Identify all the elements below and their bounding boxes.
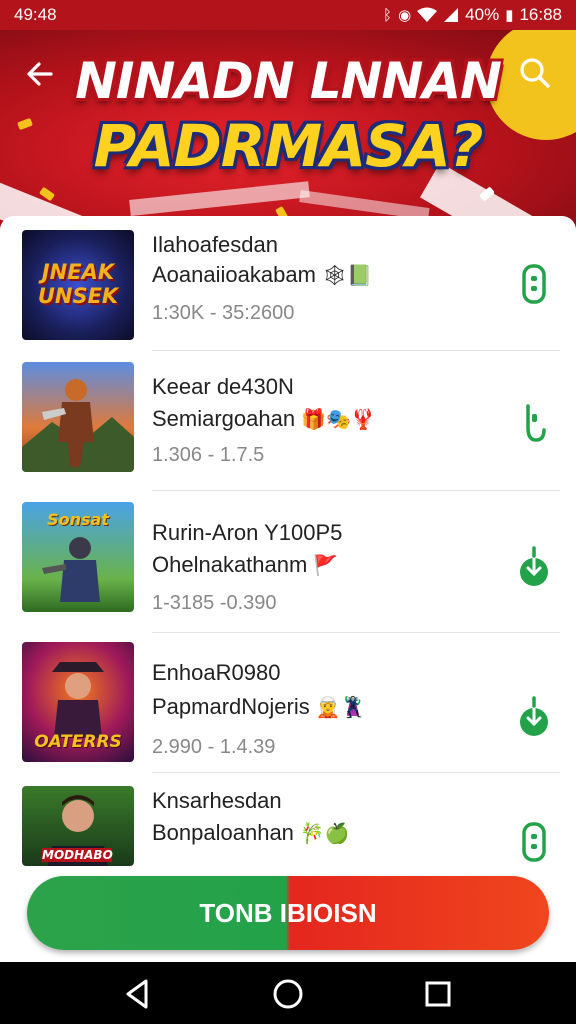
item-subtitle-text: Ohelnakathanm <box>152 552 308 577</box>
item-action-button[interactable] <box>516 264 552 304</box>
divider <box>152 350 560 351</box>
item-title: Ilahoafesdan <box>152 232 278 257</box>
game-thumbnail: MODHABO <box>22 786 134 866</box>
battery-percent: 40% <box>465 5 500 24</box>
wifi-icon <box>417 7 438 22</box>
system-nav-bar <box>0 962 576 1024</box>
list-item[interactable]: Sonsat Rurin-Aron Y100P5 Ohelnakathanm 🚩 … <box>0 496 576 636</box>
item-title: Rurin-Aron Y100P5 <box>152 520 343 545</box>
status-time-right: 16:88 <box>519 5 562 24</box>
item-emoji: 🚩 <box>313 555 339 577</box>
divider <box>152 490 560 491</box>
status-bar: 49:48 ᛒ ◉ 40% ▮ 16:88 <box>0 0 576 30</box>
thumbnail-logo: MODHABO <box>42 848 113 862</box>
item-action-button[interactable] <box>516 546 552 586</box>
item-emoji: 🕸📗 <box>321 265 373 287</box>
item-subtitle-text: Bonpaloanhan <box>152 820 294 845</box>
thumbnail-logo: OATERRS <box>34 732 122 752</box>
item-subtitle-text: PapmardNojeris <box>152 694 310 719</box>
header-banner: NINADN LNNAN PADRMASA? <box>0 30 576 230</box>
game-list: JNEAK UNSEK Ilahoafesdan Aoanaiioakabam 🕸… <box>0 216 576 866</box>
warrior-figure <box>22 379 134 472</box>
search-button[interactable] <box>518 56 554 92</box>
battery-icon: ▮ <box>505 7 514 24</box>
search-icon <box>520 58 550 88</box>
arrow-left-icon <box>27 62 53 86</box>
banner-title-line1: NINADN LNNAN <box>75 52 502 110</box>
item-meta: 2.990 - 1.4.39 <box>152 736 276 758</box>
thumbnail-logo: JNEAK UNSEK <box>37 260 119 308</box>
item-subtitle-text: Semiargoahan <box>152 406 296 431</box>
square-recents-icon <box>425 981 451 1007</box>
item-action-button[interactable] <box>516 696 552 736</box>
hook-outline-icon <box>526 404 546 442</box>
primary-action-button[interactable]: TONB IBIOISN <box>27 876 549 950</box>
item-action-button[interactable] <box>516 400 552 442</box>
nav-back-button[interactable] <box>120 976 156 1012</box>
game-thumbnail: Sonsat <box>22 502 134 612</box>
dnd-icon: ◉ <box>398 7 412 24</box>
list-item[interactable]: JNEAK UNSEK Ilahoafesdan Aoanaiioakabam 🕸… <box>0 216 576 356</box>
phone-outline-icon <box>522 264 546 304</box>
item-emoji: 🎁🎭🦞 <box>301 409 376 431</box>
nav-home-button[interactable] <box>270 976 306 1012</box>
item-meta: 1.306 - 1.7.5 <box>152 444 265 466</box>
item-meta: 1:30K - 35:2600 <box>152 302 295 324</box>
item-subtitle: Ohelnakathanm 🚩 <box>152 552 338 578</box>
item-subtitle: Bonpaloanhan 🎋🍏 <box>152 820 350 846</box>
item-meta: 1-3185 -0.390 <box>152 592 277 614</box>
game-thumbnail: JNEAK UNSEK <box>22 230 134 340</box>
download-circle-icon <box>520 696 548 736</box>
item-emoji: 🧝🦹 <box>315 697 366 719</box>
phone-outline-icon <box>522 822 546 862</box>
status-time-left: 49:48 <box>14 5 57 24</box>
signal-icon <box>444 8 459 22</box>
back-button[interactable] <box>22 56 58 92</box>
item-title: Knsarhesdan <box>152 788 282 813</box>
triangle-back-icon <box>126 979 148 1009</box>
item-emoji: 🎋🍏 <box>299 823 350 845</box>
status-icons: ᛒ ◉ 40% ▮ 16:88 <box>383 5 562 25</box>
item-subtitle: Semiargoahan 🎁🎭🦞 <box>152 406 376 432</box>
divider <box>152 632 560 633</box>
list-item[interactable]: OATERRS EnhoaR0980 PapmardNojeris 🧝🦹 2.99… <box>0 636 576 776</box>
nav-recents-button[interactable] <box>420 976 456 1012</box>
bluetooth-icon: ᛒ <box>383 6 393 24</box>
item-title: Keear de430N <box>152 374 294 399</box>
game-thumbnail <box>22 362 134 472</box>
divider <box>152 772 560 773</box>
item-subtitle-text: Aoanaiioakabam <box>152 262 316 287</box>
circle-home-icon <box>273 979 303 1009</box>
item-subtitle: PapmardNojeris 🧝🦹 <box>152 694 366 720</box>
list-item[interactable]: MODHABO Knsarhesdan Bonpaloanhan 🎋🍏 <box>0 776 576 866</box>
download-circle-icon <box>520 546 548 586</box>
primary-action-label: TONB IBIOISN <box>199 898 377 928</box>
soldier-figure <box>42 537 100 602</box>
list-item[interactable]: Keear de430N Semiargoahan 🎁🎭🦞 1.306 - 1.7… <box>0 356 576 496</box>
item-subtitle: Aoanaiioakabam 🕸📗 <box>152 262 372 288</box>
item-action-button[interactable] <box>516 822 552 862</box>
item-title: EnhoaR0980 <box>152 660 281 685</box>
banner-title-line2: PADRMASA? <box>93 112 484 180</box>
game-thumbnail: OATERRS <box>22 642 134 762</box>
